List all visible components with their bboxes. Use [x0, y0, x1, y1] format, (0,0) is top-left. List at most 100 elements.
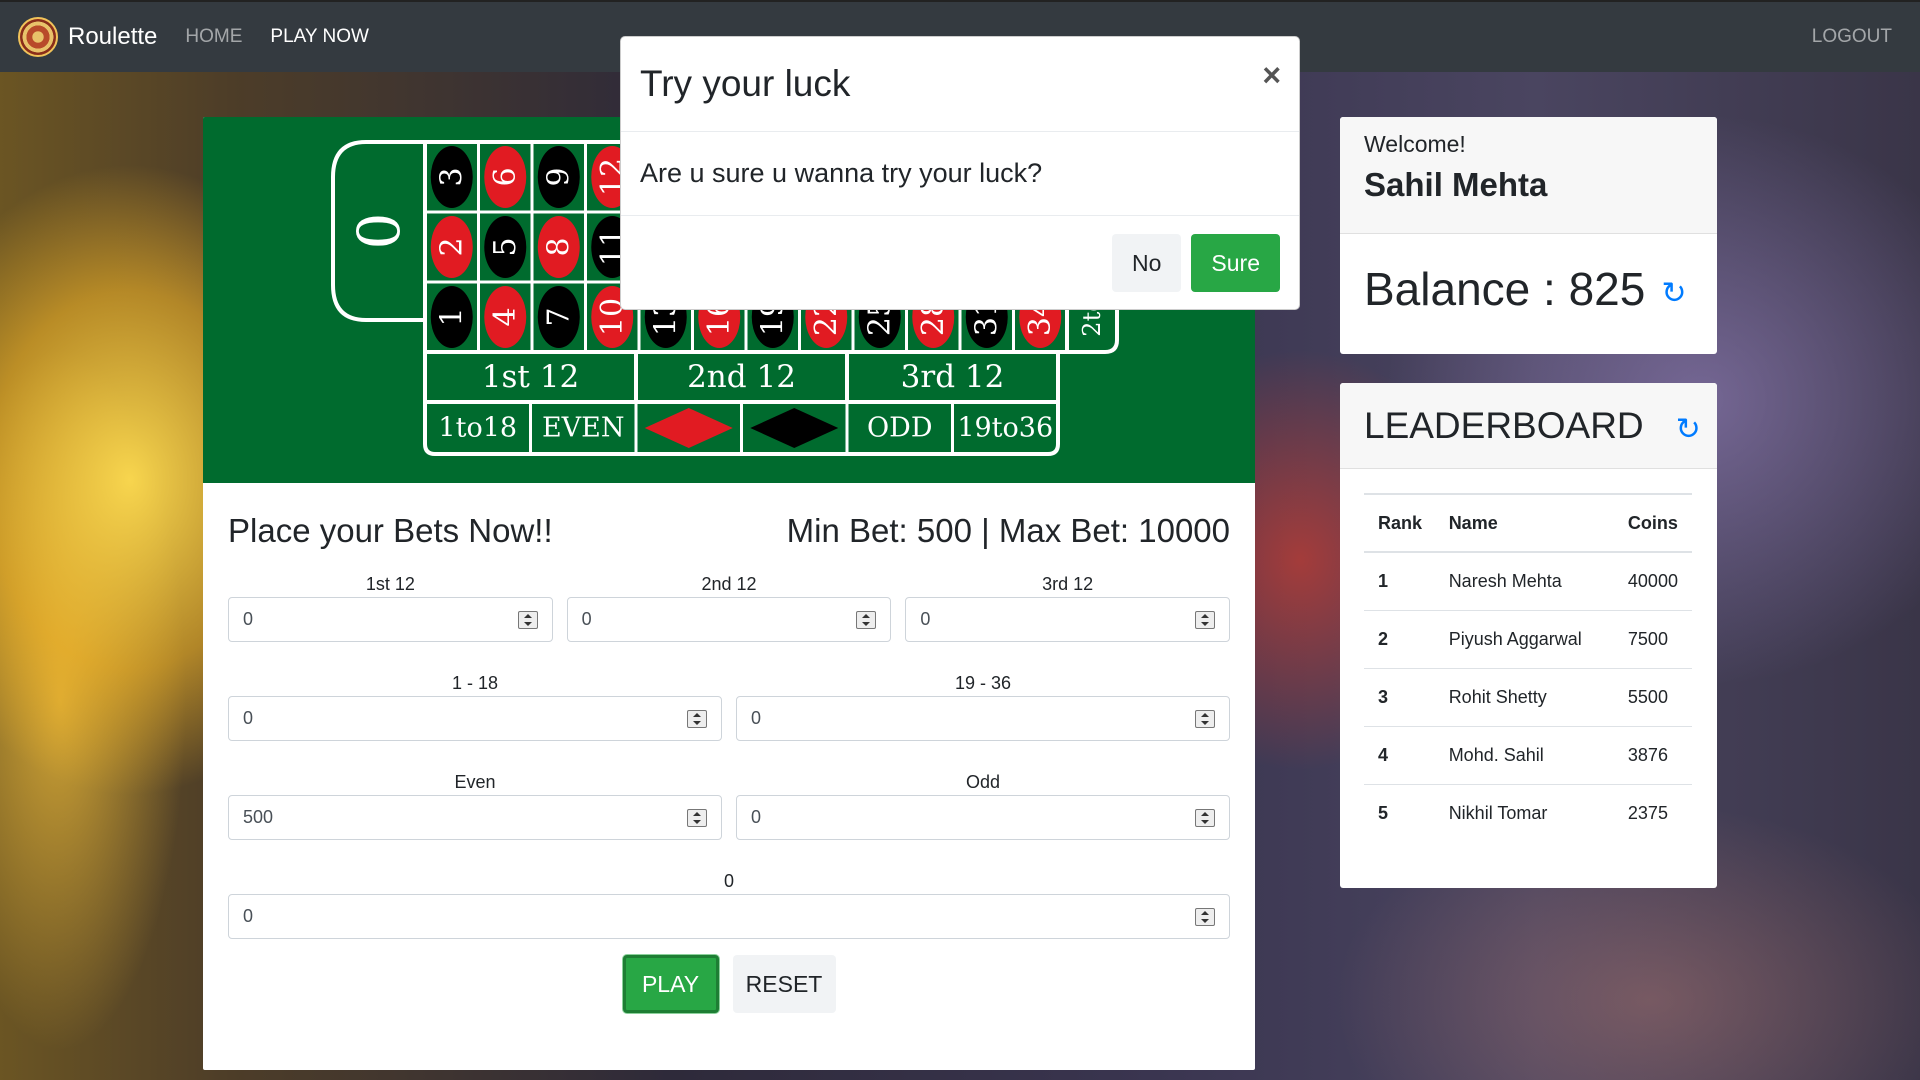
outside-bet-label: EVEN: [542, 413, 625, 444]
coins-cell: 40000: [1613, 551, 1692, 610]
spinner-icon[interactable]: [687, 809, 707, 827]
rank-cell: 2: [1364, 609, 1435, 668]
spinner-icon[interactable]: [1195, 809, 1215, 827]
bets-title: Place your Bets Now!!: [228, 512, 553, 549]
bet-input-second12[interactable]: 0: [566, 597, 892, 642]
name-cell: Rohit Shetty: [1434, 667, 1614, 726]
bet-actions: PLAY RESET: [203, 955, 1255, 1013]
dozen-label: 1st 12: [482, 359, 579, 395]
number-label: 7: [541, 307, 576, 326]
spinner-icon[interactable]: [517, 611, 538, 629]
modal-body: Are u sure u wanna try your luck?: [621, 132, 1299, 216]
dozen-label: 3rd 12: [901, 359, 1005, 395]
table-row: 3 Rohit Shetty 5500: [1364, 667, 1692, 726]
bets-row-halves: 1 - 18 0 19 - 36 0: [203, 670, 1255, 741]
bet-input-low[interactable]: 0: [228, 696, 722, 741]
bets-header: Place your Bets Now!! Min Bet: 500 | Max…: [203, 511, 1255, 551]
leaderboard-refresh-icon[interactable]: ↻: [1676, 412, 1701, 447]
welcome-card: Welcome! Sahil Mehta Balance : 825 ↻: [1340, 117, 1717, 354]
rank-cell: 5: [1364, 783, 1435, 842]
bet-input-first12[interactable]: 0: [228, 597, 553, 642]
coins-cell: 2375: [1613, 783, 1692, 842]
bet-input-third12[interactable]: 0: [905, 597, 1231, 642]
nav-logout[interactable]: LOGOUT: [1812, 26, 1892, 48]
column-header-rank: Rank: [1364, 493, 1435, 553]
bets-row-zero: 0 0: [203, 868, 1255, 939]
play-button[interactable]: PLAY: [622, 955, 719, 1013]
bet-field-zero: 0 0: [228, 868, 1230, 939]
spinner-icon[interactable]: [1195, 611, 1216, 629]
red-diamond-icon: [644, 408, 733, 448]
bet-input-zero[interactable]: 0: [228, 894, 1230, 939]
number-label: 5: [488, 237, 523, 256]
table-row: 1 Naresh Mehta 40000: [1364, 551, 1692, 610]
bet-value-second12: 0: [581, 609, 592, 629]
bet-label-even: Even: [454, 772, 496, 792]
rank-cell: 3: [1364, 667, 1435, 726]
bet-label-second12: 2nd 12: [701, 574, 757, 594]
table-row: 4 Mohd. Sahil 3876: [1364, 725, 1692, 784]
coins-cell: 3876: [1613, 725, 1692, 784]
confirm-modal: Try your luck × Are u sure u wanna try y…: [620, 36, 1300, 310]
bet-field-second12: 2nd 12 0: [566, 571, 892, 642]
bet-label-odd: Odd: [965, 772, 1001, 792]
bet-value-high: 0: [751, 708, 762, 728]
bet-field-third12: 3rd 12 0: [905, 571, 1231, 642]
bet-field-odd: Odd 0: [736, 769, 1230, 840]
bet-value-even: 500: [243, 807, 274, 827]
bet-field-low: 1 - 18 0: [228, 670, 722, 741]
rank-cell: 1: [1364, 551, 1435, 610]
name-cell: Nikhil Tomar: [1434, 783, 1614, 842]
bets-limits: Min Bet: 500 | Max Bet: 10000: [786, 512, 1230, 549]
brand[interactable]: Roulette: [18, 17, 157, 57]
spinner-icon[interactable]: [687, 710, 707, 728]
bet-field-first12: 1st 12 0: [228, 571, 553, 642]
number-label: 9: [541, 167, 576, 186]
bet-field-high: 19 - 36 0: [736, 670, 1230, 741]
dozen-label: 2nd 12: [687, 359, 796, 395]
bet-label-low: 1 - 18: [451, 673, 499, 693]
name-cell: Piyush Aggarwal: [1434, 609, 1614, 668]
leaderboard-title: LEADERBOARD: [1364, 404, 1644, 446]
reset-button[interactable]: RESET: [732, 955, 836, 1013]
bet-value-low: 0: [243, 708, 254, 728]
column-header-coins: Coins: [1613, 493, 1692, 553]
leaderboard-card: LEADERBOARD ↻ Rank Name Coins 1 Naresh M…: [1340, 383, 1717, 888]
number-label: 8: [541, 237, 576, 256]
rank-cell: 4: [1364, 725, 1435, 784]
leaderboard-header: LEADERBOARD ↻: [1340, 383, 1717, 469]
name-cell: Naresh Mehta: [1434, 551, 1614, 610]
column-header-name: Name: [1434, 493, 1614, 553]
zero-label: 0: [345, 213, 413, 250]
balance-refresh-icon[interactable]: ↻: [1661, 276, 1686, 311]
welcome-header: Welcome! Sahil Mehta: [1340, 117, 1717, 234]
bet-input-odd[interactable]: 0: [736, 795, 1230, 840]
bet-input-even[interactable]: 500: [228, 795, 722, 840]
bet-value-zero: 0: [243, 906, 254, 926]
spinner-icon[interactable]: [856, 611, 877, 629]
close-icon[interactable]: ×: [1262, 57, 1281, 94]
coins-cell: 7500: [1613, 609, 1692, 668]
number-label: 3: [434, 167, 469, 186]
bet-label-zero: 0: [723, 871, 734, 891]
balance-text: Balance : 825: [1364, 263, 1646, 315]
modal-message: Are u sure u wanna try your luck?: [640, 158, 1043, 188]
number-label: 2: [434, 237, 469, 256]
bet-label-high: 19 - 36: [954, 673, 1012, 693]
modal-footer: No Sure: [621, 216, 1299, 310]
nav-home[interactable]: HOME: [185, 26, 242, 48]
outside-bet-label: ODD: [867, 413, 932, 444]
sure-button[interactable]: Sure: [1191, 234, 1280, 292]
balance-row: Balance : 825 ↻: [1340, 234, 1717, 344]
nav-play-now[interactable]: PLAY NOW: [270, 26, 369, 48]
bet-input-high[interactable]: 0: [736, 696, 1230, 741]
number-label: 4: [488, 307, 523, 326]
user-name: Sahil Mehta: [1364, 166, 1548, 203]
no-button[interactable]: No: [1112, 234, 1182, 292]
spinner-icon[interactable]: [1195, 710, 1215, 728]
bets-row-parity: Even 500 Odd 0: [203, 769, 1255, 840]
number-label: 1: [434, 307, 469, 326]
leaderboard-header-row: Rank Name Coins: [1364, 493, 1692, 553]
coins-cell: 5500: [1613, 667, 1692, 726]
spinner-icon[interactable]: [1195, 908, 1215, 926]
